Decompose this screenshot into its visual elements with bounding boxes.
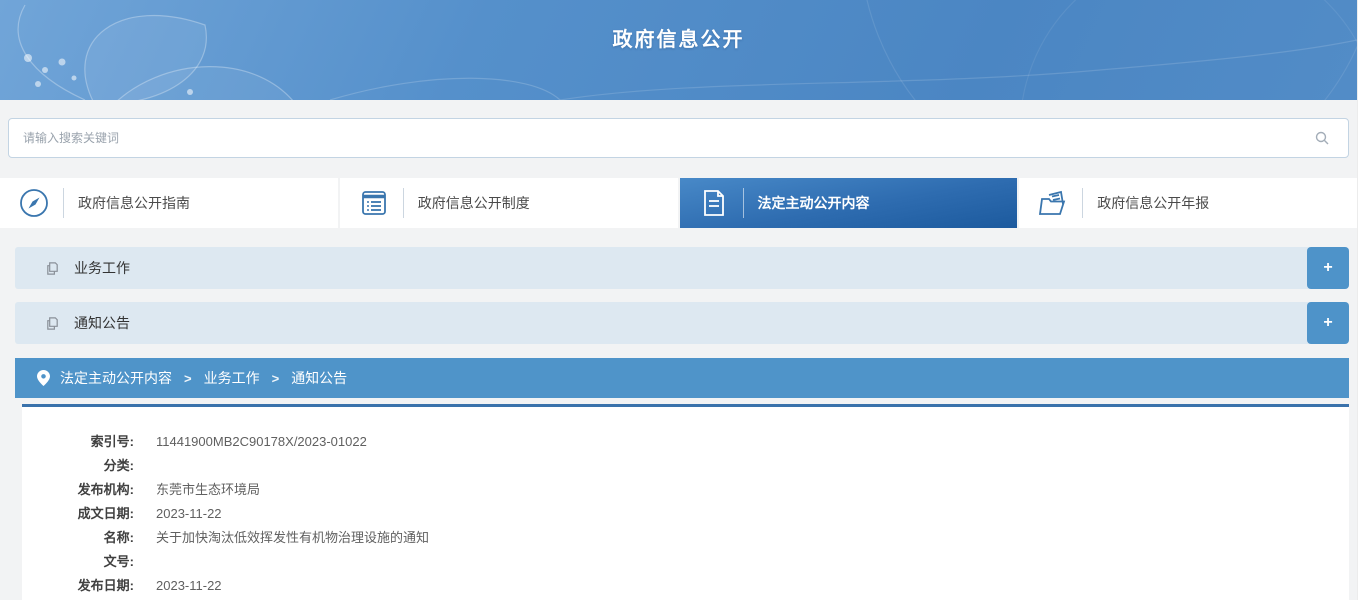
page: 政府信息公开 政府信息公开指南 xyxy=(0,0,1357,600)
breadcrumb: 法定主动公开内容 > 业务工作 > 通知公告 xyxy=(15,358,1349,398)
breadcrumb-separator: > xyxy=(184,371,192,386)
tab-statutory-disclosure[interactable]: 法定主动公开内容 xyxy=(680,178,1018,228)
detail-value: 关于加快淘汰低效挥发性有机物治理设施的通知 xyxy=(134,526,429,550)
document-icon xyxy=(698,187,730,219)
pages-icon xyxy=(45,316,60,331)
detail-label: 分类: xyxy=(22,454,134,478)
detail-row-index-number: 索引号: 11441900MB2C90178X/2023-01022 xyxy=(22,430,1349,454)
tab-divider xyxy=(403,188,404,218)
search-bar xyxy=(8,118,1349,158)
detail-value xyxy=(134,454,156,478)
location-pin-icon xyxy=(37,370,50,386)
tab-label: 政府信息公开制度 xyxy=(418,193,530,213)
pages-icon xyxy=(45,261,60,276)
tab-label: 政府信息公开年报 xyxy=(1097,193,1209,213)
rulebook-icon xyxy=(358,187,390,219)
accordion-label: 通知公告 xyxy=(74,313,130,333)
detail-row-document-number: 文号: xyxy=(22,550,1349,574)
detail-row-title: 名称: 关于加快淘汰低效挥发性有机物治理设施的通知 xyxy=(22,526,1349,550)
detail-row-issuing-agency: 发布机构: 东莞市生态环境局 xyxy=(22,478,1349,502)
page-title: 政府信息公开 xyxy=(0,0,1357,52)
breadcrumb-item[interactable]: 法定主动公开内容 xyxy=(60,368,172,388)
compass-icon xyxy=(18,187,50,219)
accordion-notices[interactable]: 通知公告 + xyxy=(15,302,1349,344)
tab-divider xyxy=(63,188,64,218)
detail-value xyxy=(134,550,156,574)
detail-row-date-written: 成文日期: 2023-11-22 xyxy=(22,502,1349,526)
tab-disclosure-system[interactable]: 政府信息公开制度 xyxy=(340,178,678,228)
scrollbar[interactable] xyxy=(1357,0,1370,600)
search-input[interactable] xyxy=(8,118,1349,158)
tab-label: 法定主动公开内容 xyxy=(758,193,870,213)
detail-label: 成文日期: xyxy=(22,502,134,526)
expand-button[interactable]: + xyxy=(1307,302,1349,344)
detail-row-publish-date: 发布日期: 2023-11-22 xyxy=(22,574,1349,598)
detail-label: 名称: xyxy=(22,526,134,550)
breadcrumb-item[interactable]: 业务工作 xyxy=(204,368,260,388)
tab-annual-report[interactable]: 政府信息公开年报 xyxy=(1019,178,1357,228)
document-detail-panel: 索引号: 11441900MB2C90178X/2023-01022 分类: 发… xyxy=(22,407,1349,600)
tab-disclosure-guide[interactable]: 政府信息公开指南 xyxy=(0,178,338,228)
search-button[interactable] xyxy=(1305,118,1339,158)
detail-label: 索引号: xyxy=(22,430,134,454)
expand-button[interactable]: + xyxy=(1307,247,1349,289)
tab-divider xyxy=(743,188,744,218)
detail-value: 2023-11-22 xyxy=(134,502,222,526)
detail-label: 文号: xyxy=(22,550,134,574)
search-icon xyxy=(1314,130,1330,146)
tab-bar: 政府信息公开指南 政府信息公开制度 xyxy=(0,178,1357,228)
folder-report-icon xyxy=(1037,187,1069,219)
detail-row-category: 分类: xyxy=(22,454,1349,478)
banner: 政府信息公开 xyxy=(0,0,1357,100)
detail-value: 2023-11-22 xyxy=(134,574,222,598)
accordion-business-work[interactable]: 业务工作 + xyxy=(15,247,1349,289)
detail-label: 发布日期: xyxy=(22,574,134,598)
tab-label: 政府信息公开指南 xyxy=(78,193,190,213)
tab-divider xyxy=(1082,188,1083,218)
detail-label: 发布机构: xyxy=(22,478,134,502)
breadcrumb-item[interactable]: 通知公告 xyxy=(291,368,347,388)
breadcrumb-separator: > xyxy=(272,371,280,386)
detail-value: 东莞市生态环境局 xyxy=(134,478,260,502)
accordion-label: 业务工作 xyxy=(74,258,130,278)
detail-value: 11441900MB2C90178X/2023-01022 xyxy=(134,430,367,454)
